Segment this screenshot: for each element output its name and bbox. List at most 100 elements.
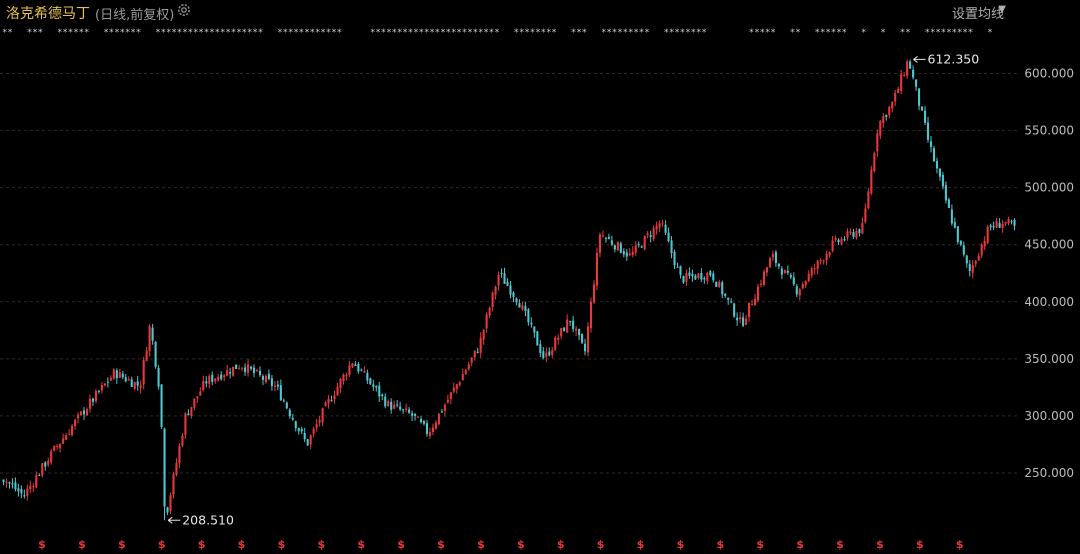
candle-body bbox=[133, 382, 136, 389]
event-marker: * bbox=[861, 28, 866, 38]
candle-body bbox=[315, 424, 318, 428]
candle-body bbox=[35, 475, 38, 488]
candle-body bbox=[112, 369, 115, 379]
candle-body bbox=[461, 374, 464, 381]
candle-body bbox=[721, 282, 724, 295]
event-marker: * bbox=[795, 28, 800, 38]
candle-body bbox=[762, 271, 766, 285]
candle-body bbox=[986, 226, 989, 244]
candle-body bbox=[202, 380, 205, 391]
candle-body bbox=[780, 268, 783, 275]
candle-body bbox=[464, 370, 467, 374]
candle-body bbox=[592, 284, 596, 303]
candle-body bbox=[26, 488, 29, 496]
dividend-marker: $ bbox=[38, 538, 46, 551]
candle-body bbox=[542, 351, 545, 358]
candle-body bbox=[434, 422, 437, 429]
candle-body bbox=[71, 425, 74, 436]
event-marker: * bbox=[701, 28, 706, 38]
candle-body bbox=[673, 251, 676, 266]
candle-body bbox=[989, 225, 992, 228]
annotations: 612.350 208.510 bbox=[167, 51, 979, 527]
candle-body bbox=[569, 320, 572, 323]
candle-body bbox=[828, 252, 831, 256]
dividend-marker: $ bbox=[716, 538, 724, 551]
candle-body bbox=[396, 404, 399, 406]
candle-body bbox=[151, 327, 154, 341]
candle-body bbox=[390, 401, 393, 410]
candle-body bbox=[607, 236, 610, 240]
y-tick-label: 550.000 bbox=[1024, 124, 1074, 138]
candle-body bbox=[5, 481, 8, 483]
candle-body bbox=[109, 377, 112, 381]
candle-body bbox=[17, 488, 20, 492]
candle-body bbox=[915, 79, 918, 87]
candle-body bbox=[679, 265, 682, 275]
candle-body bbox=[175, 462, 178, 475]
candle-body bbox=[983, 240, 986, 247]
candle-body bbox=[342, 374, 345, 382]
candle-body bbox=[661, 222, 664, 224]
candle-body bbox=[148, 326, 151, 352]
candle-body bbox=[622, 251, 625, 255]
candle-body bbox=[91, 398, 95, 402]
candle-body bbox=[1004, 221, 1007, 224]
candle-body bbox=[354, 364, 357, 366]
event-marker: * bbox=[7, 28, 12, 38]
candle-body bbox=[935, 161, 939, 169]
candle-body bbox=[255, 369, 259, 372]
candle-body bbox=[709, 271, 712, 276]
candle-body bbox=[995, 220, 998, 228]
candle-body bbox=[139, 385, 142, 388]
candle-body bbox=[20, 489, 23, 494]
candle-body bbox=[29, 485, 32, 489]
candle-body bbox=[950, 209, 953, 224]
candle-body bbox=[261, 376, 264, 380]
grid-lines bbox=[0, 73, 1018, 474]
candle-body bbox=[658, 223, 661, 228]
candle-body bbox=[264, 375, 267, 383]
candle-body bbox=[115, 370, 118, 379]
candle-body bbox=[327, 398, 330, 404]
candle-body bbox=[548, 351, 551, 356]
dividend-marker: $ bbox=[557, 538, 565, 551]
candle-body bbox=[247, 364, 250, 373]
low-label: 208.510 bbox=[182, 512, 234, 527]
candle-body bbox=[643, 235, 646, 250]
candle-body bbox=[545, 352, 548, 357]
dividend-marker: $ bbox=[836, 538, 844, 551]
candle-body bbox=[783, 270, 786, 274]
candle-body bbox=[482, 329, 485, 340]
candle-body bbox=[754, 298, 757, 306]
candle-body bbox=[74, 420, 77, 427]
candle-body bbox=[300, 428, 303, 432]
candle-body bbox=[106, 381, 109, 383]
candle-body bbox=[11, 483, 14, 485]
candle-body bbox=[601, 235, 604, 237]
candle-body bbox=[831, 240, 834, 252]
candle-body bbox=[500, 272, 503, 274]
candle-body bbox=[181, 435, 184, 446]
candle-body bbox=[515, 298, 518, 303]
candle-body bbox=[789, 275, 792, 278]
high-arrow bbox=[913, 56, 926, 63]
dividend-marker: $ bbox=[158, 538, 166, 551]
candle-body bbox=[77, 414, 80, 418]
candle-body bbox=[163, 428, 166, 507]
candle-body bbox=[53, 445, 56, 451]
candle-body bbox=[918, 88, 921, 106]
candle-body bbox=[575, 328, 578, 331]
candle-body bbox=[715, 281, 718, 287]
candle-body bbox=[900, 74, 903, 91]
candle-body bbox=[885, 115, 888, 118]
candle-body bbox=[944, 185, 947, 201]
candle-body bbox=[414, 413, 417, 416]
dividend-marker: $ bbox=[796, 538, 804, 551]
candle-body bbox=[372, 384, 375, 387]
candle-body bbox=[759, 283, 763, 285]
candle-body bbox=[855, 230, 858, 238]
y-tick-label: 250.000 bbox=[1024, 466, 1074, 480]
candle-body bbox=[551, 350, 554, 355]
candle-body bbox=[619, 243, 622, 253]
candle-body bbox=[539, 344, 542, 354]
